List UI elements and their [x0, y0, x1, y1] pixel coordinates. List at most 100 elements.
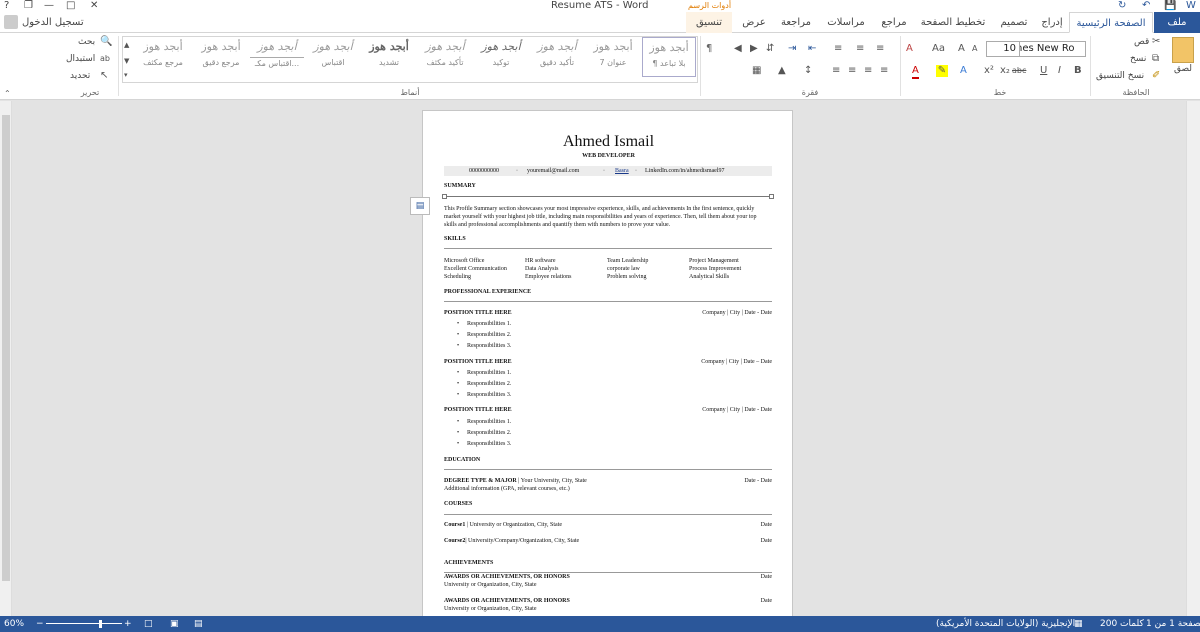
section-summary-title[interactable]: SUMMARY [444, 182, 476, 190]
close-button[interactable]: ✕ [90, 0, 98, 12]
scrollbar-thumb[interactable] [2, 115, 10, 581]
skill-item[interactable]: Employee relations [525, 273, 572, 281]
style-item[interactable]: أبجد هوز تأكيد مكثف [418, 37, 472, 77]
tab-file[interactable]: ملف [1154, 12, 1200, 33]
minimize-button[interactable]: — [44, 0, 54, 12]
web-layout-icon[interactable]: □ [144, 616, 153, 632]
tab-layout[interactable]: تخطيط الصفحة [916, 12, 990, 33]
responsibility-item[interactable]: Responsibilities 2. [467, 331, 511, 339]
section-achievements-title[interactable]: ACHIEVEMENTS [444, 559, 493, 567]
zoom-in-button[interactable]: + [124, 616, 132, 632]
paste-icon[interactable] [1172, 37, 1194, 63]
copy-icon[interactable]: ⧉ [1152, 53, 1159, 65]
ribbon-display-icon[interactable]: □ [66, 0, 75, 12]
selection-handle[interactable] [442, 194, 447, 199]
tab-view[interactable]: عرض [736, 12, 772, 33]
select-button[interactable]: تحديد [70, 70, 90, 82]
replace-button[interactable]: استبدال [66, 53, 95, 65]
style-item[interactable]: أبجد هوز اقتباس [306, 37, 360, 77]
summary-text[interactable]: skills and professional accomplishments … [444, 221, 670, 229]
contact-phone[interactable]: 0000000000 [469, 167, 499, 175]
change-case-icon[interactable]: Aa [932, 43, 945, 55]
responsibility-item[interactable]: Responsibilities 3. [467, 342, 511, 350]
rtl-icon[interactable]: ◀ [734, 43, 742, 55]
tab-home[interactable]: الصفحة الرئيسية [1069, 12, 1153, 33]
responsibility-item[interactable]: Responsibilities 1. [467, 369, 511, 377]
strikethrough-button[interactable]: abc [1012, 65, 1026, 77]
cut-button[interactable]: قص [1134, 36, 1149, 48]
shrink-font-icon[interactable]: A [972, 43, 977, 55]
degree-info[interactable]: Additional information (GPA, relevant co… [444, 485, 570, 493]
sign-in-link[interactable]: تسجيل الدخول [22, 12, 86, 33]
zoom-slider-thumb[interactable] [99, 620, 102, 628]
contact-email[interactable]: youremail@mail.com [527, 167, 579, 175]
font-color-icon[interactable]: A [912, 65, 919, 79]
gallery-up-icon[interactable]: ▲ [124, 39, 129, 51]
redo-icon[interactable]: ↻ [1118, 0, 1126, 12]
style-item[interactable]: أبجد هوز مرجع مكثف [136, 37, 190, 77]
restore-button[interactable]: ❐ [24, 0, 33, 12]
italic-button[interactable]: I [1058, 65, 1061, 77]
ltr-icon[interactable]: ▶ [750, 43, 758, 55]
language-indicator[interactable]: الإنجليزية (الولايات المتحدة الأمريكية) [936, 616, 1075, 632]
style-item[interactable]: أبجد هوز ¶ بلا تباعد [642, 37, 696, 77]
responsibility-item[interactable]: Responsibilities 3. [467, 391, 511, 399]
align-right-icon[interactable]: ≡ [880, 65, 888, 77]
print-layout-icon[interactable]: ▣ [170, 616, 179, 632]
responsibility-item[interactable]: Responsibilities 2. [467, 429, 511, 437]
increase-indent-icon[interactable]: ⇥ [788, 43, 796, 55]
tab-review[interactable]: مراجعة [776, 12, 816, 33]
contact-city[interactable]: Basra [615, 167, 629, 175]
show-marks-icon[interactable]: ¶ [706, 43, 712, 55]
find-button[interactable]: بحث [78, 36, 95, 48]
subscript-button[interactable]: x₂ [1000, 65, 1010, 77]
avatar[interactable] [4, 15, 18, 29]
proofing-icon[interactable]: ▦ [1074, 616, 1083, 632]
summary-text[interactable]: market yourself with your highest job ti… [444, 213, 756, 221]
zoom-slider[interactable] [46, 623, 122, 624]
style-item[interactable]: أبجد هوز عنوان 7 [586, 37, 640, 77]
select-cursor-icon[interactable]: ↖ [100, 70, 108, 82]
text-effects-icon[interactable]: A [960, 65, 967, 77]
position-title[interactable]: POSITION TITLE HERE [444, 309, 512, 317]
shading-icon[interactable]: ▲ [778, 65, 786, 77]
section-experience-title[interactable]: PROFESSIONAL EXPERIENCE [444, 288, 531, 296]
tab-references[interactable]: مراجع [876, 12, 912, 33]
zoom-level[interactable]: 60% [4, 616, 24, 632]
align-left-icon[interactable]: ≡ [848, 65, 856, 77]
multilevel-icon[interactable]: ≡ [834, 43, 842, 55]
collapse-ribbon-icon[interactable]: ⌃ [4, 88, 11, 100]
bold-button[interactable]: B [1074, 65, 1082, 77]
position-meta[interactable]: Company | City | Date - Date [663, 309, 772, 317]
summary-text[interactable]: This Profile Summary section showcases y… [444, 205, 754, 213]
highlight-icon[interactable]: ✎ [936, 65, 948, 77]
copy-button[interactable]: نسخ [1130, 53, 1146, 65]
read-mode-icon[interactable]: ▤ [194, 616, 203, 632]
course-line[interactable]: Course2| University/Company/Organization… [444, 537, 579, 545]
skill-item[interactable]: Team Leadership [607, 257, 648, 265]
save-icon[interactable]: 💾 [1164, 0, 1176, 12]
award-title[interactable]: AWARDS OR ACHIEVEMENTS, OR HONORS [444, 597, 570, 605]
tab-format[interactable]: تنسيق [686, 12, 732, 33]
binoculars-icon[interactable]: 🔍 [100, 36, 112, 48]
style-item[interactable]: أبجد هوز اقتباس مكـ... [250, 37, 304, 77]
skill-item[interactable]: Process Improvement [689, 265, 741, 273]
skill-item[interactable]: Problem solving [607, 273, 647, 281]
bullets-icon[interactable]: ≡ [876, 43, 884, 55]
responsibility-item[interactable]: Responsibilities 3. [467, 440, 511, 448]
vertical-scrollbar[interactable] [0, 101, 12, 616]
skill-item[interactable]: Analytical Skills [689, 273, 729, 281]
resume-role[interactable]: WEB DEVELOPER [423, 152, 794, 160]
style-item[interactable]: أبجد هوز توكيد [474, 37, 528, 77]
clear-format-icon[interactable]: A [906, 43, 913, 55]
responsibility-item[interactable]: Responsibilities 2. [467, 380, 511, 388]
award-date[interactable]: Date [723, 597, 772, 605]
skill-item[interactable]: Scheduling [444, 273, 471, 281]
justify-icon[interactable]: ≡ [832, 65, 840, 77]
selection-handle[interactable] [769, 194, 774, 199]
tab-design[interactable]: تصميم [994, 12, 1034, 33]
responsibility-item[interactable]: Responsibilities 1. [467, 418, 511, 426]
zoom-out-button[interactable]: − [36, 616, 44, 632]
award-title[interactable]: AWARDS OR ACHIEVEMENTS, OR HONORS [444, 573, 570, 581]
numbering-icon[interactable]: ≡ [856, 43, 864, 55]
